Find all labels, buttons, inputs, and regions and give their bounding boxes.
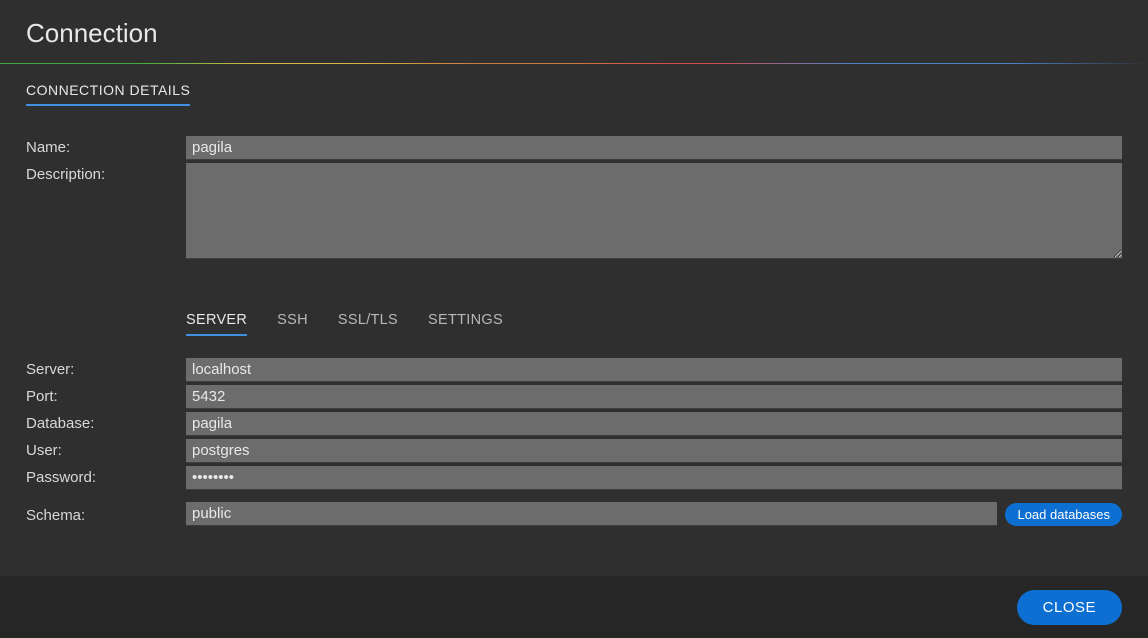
input-password[interactable] [186,466,1122,490]
tab-server[interactable]: SERVER [186,312,247,336]
row-schema: Schema: Load databases [26,502,1122,526]
dialog-footer: CLOSE [0,576,1148,638]
close-button[interactable]: CLOSE [1017,590,1122,625]
input-schema[interactable] [186,502,997,526]
row-name: Name: [26,136,1122,160]
input-name[interactable] [186,136,1122,160]
label-schema: Schema: [26,504,186,524]
input-description[interactable] [186,163,1122,259]
row-port: Port: [26,385,1122,409]
accent-divider [0,63,1148,64]
row-server: Server: [26,358,1122,382]
row-database: Database: [26,412,1122,436]
input-database[interactable] [186,412,1122,436]
input-port[interactable] [186,385,1122,409]
load-databases-button[interactable]: Load databases [1005,503,1122,526]
row-password: Password: [26,466,1122,490]
label-port: Port: [26,385,186,405]
tab-ssl[interactable]: SSL/TLS [338,312,398,336]
label-description: Description: [26,163,186,183]
row-description: Description: [26,163,1122,259]
subtabs: SERVER SSH SSL/TLS SETTINGS [186,312,1122,336]
label-server: Server: [26,358,186,378]
label-user: User: [26,439,186,459]
input-server[interactable] [186,358,1122,382]
row-user: User: [26,439,1122,463]
section-tab-connection-details[interactable]: CONNECTION DETAILS [26,82,190,106]
label-database: Database: [26,412,186,432]
dialog-title: Connection [26,18,1122,49]
label-password: Password: [26,466,186,486]
label-name: Name: [26,136,186,156]
dialog-header: Connection [0,0,1148,63]
dialog-content: CONNECTION DETAILS Name: Description: SE… [0,64,1148,536]
input-user[interactable] [186,439,1122,463]
tab-settings[interactable]: SETTINGS [428,312,503,336]
tab-ssh[interactable]: SSH [277,312,308,336]
